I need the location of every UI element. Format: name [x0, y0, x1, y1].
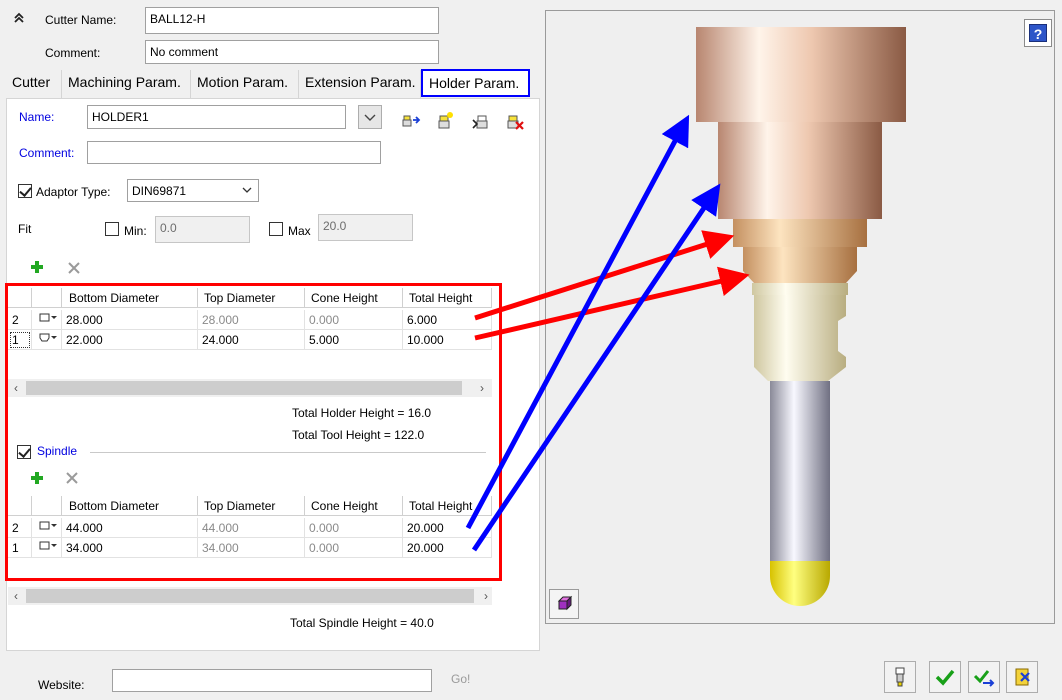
adaptor-type-label: Adaptor Type:: [36, 185, 111, 199]
tab-motion-param[interactable]: Motion Param.: [191, 70, 299, 98]
shape-selector-icon[interactable]: [32, 538, 62, 558]
shape-selector-icon[interactable]: [32, 330, 62, 350]
dropdown-arrow-icon: [364, 114, 376, 121]
exit-icon: [1015, 668, 1030, 686]
total-holder-height: Total Holder Height = 16.0: [292, 406, 432, 420]
comment-field[interactable]: No comment: [145, 40, 439, 64]
tab-holder-param[interactable]: Holder Param.: [421, 69, 530, 97]
delete-x-icon[interactable]: [64, 470, 86, 492]
add-plus-icon[interactable]: [28, 469, 50, 491]
fit-label: Fit: [18, 222, 32, 236]
shape-selector-icon[interactable]: [32, 310, 62, 330]
holder-import-icon[interactable]: [400, 110, 422, 132]
table-row[interactable]: 2 28.000 28.000 0.000 6.000: [8, 310, 492, 330]
apply-button[interactable]: [968, 661, 1000, 693]
comment-label: Comment:: [45, 46, 101, 60]
website-label: Website:: [38, 678, 85, 692]
help-icon[interactable]: ?: [1024, 19, 1052, 47]
scroll-left-icon[interactable]: ‹: [8, 587, 24, 605]
adaptor-type-value: DIN69871: [132, 184, 187, 198]
spindle-col-total[interactable]: Total Height: [403, 496, 492, 516]
ok-button[interactable]: [929, 661, 961, 693]
fit-min-field[interactable]: 0.0: [155, 216, 250, 243]
scroll-thumb[interactable]: [26, 381, 462, 395]
tool-preview-render: [696, 27, 906, 606]
spindle-label: Spindle: [37, 444, 78, 458]
website-field[interactable]: [112, 669, 432, 692]
holder-col-cone[interactable]: Cone Height: [305, 288, 403, 308]
spindle-checkbox[interactable]: [17, 445, 31, 459]
check-icon: [935, 669, 955, 686]
scroll-left-icon[interactable]: ‹: [8, 379, 24, 397]
spindle-divider: [90, 452, 486, 453]
tool-preview-viewport[interactable]: [545, 10, 1055, 624]
scroll-right-icon[interactable]: ›: [478, 587, 494, 605]
spindle-grid-scrollbar[interactable]: ‹ ›: [8, 587, 492, 605]
delete-x-icon[interactable]: [66, 260, 88, 282]
chevron-down-icon: [242, 187, 252, 193]
adaptor-type-select[interactable]: DIN69871: [127, 179, 259, 202]
total-tool-height: Total Tool Height = 122.0: [292, 428, 425, 442]
holder-name-label: Name:: [19, 110, 55, 124]
holder-col-top[interactable]: Top Diameter: [198, 288, 305, 308]
fit-max-label: Max: [288, 224, 311, 238]
table-row[interactable]: 2 44.000 44.000 0.000 20.000: [8, 518, 492, 538]
cutter-name-field[interactable]: BALL12-H: [145, 7, 439, 34]
tab-cutter[interactable]: Cutter: [6, 70, 62, 98]
holder-name-dropdown[interactable]: [358, 105, 382, 129]
collapse-chevrons-icon[interactable]: [12, 10, 26, 26]
holder-grid-scrollbar[interactable]: ‹ ›: [8, 379, 492, 397]
adaptor-type-checkbox[interactable]: [18, 184, 32, 198]
check-arrow-icon: [973, 670, 995, 687]
fit-max-field[interactable]: 20.0: [318, 214, 413, 241]
holder-col-bottom[interactable]: Bottom Diameter: [62, 288, 198, 308]
tab-extension-param[interactable]: Extension Param.: [299, 70, 421, 98]
holder-col-total[interactable]: Total Height: [403, 288, 492, 308]
holder-grid: Bottom Diameter Top Diameter Cone Height…: [8, 288, 492, 378]
tab-machining-param[interactable]: Machining Param.: [62, 70, 191, 98]
spindle-col-top[interactable]: Top Diameter: [198, 496, 305, 516]
scroll-right-icon[interactable]: ›: [474, 379, 490, 397]
spindle-col-cone[interactable]: Cone Height: [305, 496, 403, 516]
holder-save-icon[interactable]: [470, 110, 492, 132]
spindle-grid-header: Bottom Diameter Top Diameter Cone Height…: [8, 496, 492, 516]
table-row[interactable]: 1 22.000 24.000 5.000 10.000: [8, 330, 492, 350]
fit-min-checkbox[interactable]: [105, 222, 119, 236]
spindle-grid: Bottom Diameter Top Diameter Cone Height…: [8, 496, 492, 580]
add-plus-icon[interactable]: [28, 258, 50, 280]
fit-min-label: Min:: [124, 224, 147, 238]
holder-name-field[interactable]: HOLDER1: [87, 105, 346, 129]
cutter-name-label: Cutter Name:: [45, 13, 117, 27]
shape-selector-icon[interactable]: [32, 518, 62, 538]
holder-delete-icon[interactable]: [504, 110, 526, 132]
scroll-thumb[interactable]: [26, 589, 474, 603]
exit-button[interactable]: [1006, 661, 1038, 693]
spindle-col-bottom[interactable]: Bottom Diameter: [62, 496, 198, 516]
table-row[interactable]: 1 34.000 34.000 0.000 20.000: [8, 538, 492, 558]
holder-grid-header: Bottom Diameter Top Diameter Cone Height…: [8, 288, 492, 308]
go-link[interactable]: Go!: [451, 672, 470, 686]
holder-comment-field[interactable]: [87, 141, 381, 164]
view-cube-icon[interactable]: [549, 589, 579, 619]
total-spindle-height: Total Spindle Height = 40.0: [290, 616, 434, 630]
holder-new-icon[interactable]: [434, 110, 456, 132]
fit-max-checkbox[interactable]: [269, 222, 283, 236]
holder-comment-label: Comment:: [19, 146, 75, 160]
tool-icon[interactable]: [884, 661, 916, 693]
